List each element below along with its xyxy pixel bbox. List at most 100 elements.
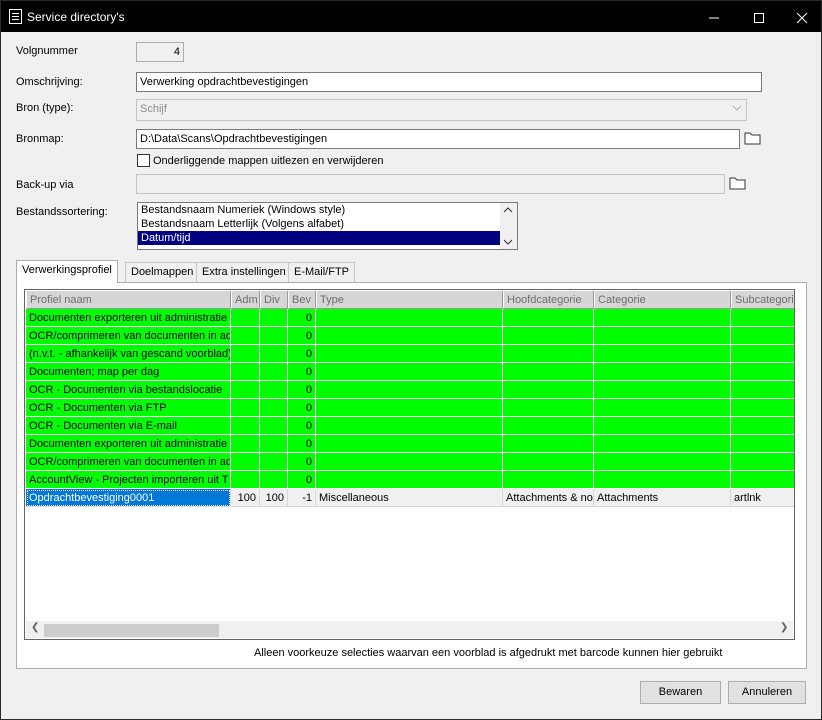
grid-cell[interactable]	[316, 417, 503, 435]
grid-cell[interactable]	[731, 435, 794, 453]
chevron-down-icon[interactable]	[503, 237, 513, 249]
grid-cell[interactable]	[316, 363, 503, 381]
column-header[interactable]: Adm	[231, 291, 260, 309]
grid-cell[interactable]	[231, 435, 260, 453]
maximize-icon[interactable]	[736, 1, 782, 32]
grid-cell[interactable]: Attachments	[594, 489, 731, 507]
grid-cell[interactable]: 0	[288, 345, 316, 363]
grid-cell[interactable]	[231, 363, 260, 381]
grid-cell[interactable]	[231, 381, 260, 399]
grid-cell[interactable]	[260, 453, 288, 471]
grid-cell[interactable]	[731, 327, 794, 345]
grid-cell[interactable]: Opdrachtbevestiging0001	[26, 489, 231, 507]
grid-cell[interactable]	[594, 381, 731, 399]
table-row[interactable]: OCR - Documenten via E-mail 0	[26, 417, 794, 435]
grid-cell[interactable]: 0	[288, 453, 316, 471]
cancel-button[interactable]: Annuleren	[728, 681, 806, 704]
grid-header-row[interactable]: Profiel naam Adm Div Bev Type Hoofdcategorie C…	[26, 291, 794, 309]
grid-cell[interactable]	[731, 399, 794, 417]
grid-cell[interactable]: OCR - Documenten via FTP	[26, 399, 231, 417]
grid-cell[interactable]	[731, 381, 794, 399]
column-header[interactable]: Bev	[288, 291, 316, 309]
chevron-up-icon[interactable]	[503, 205, 513, 217]
grid-cell[interactable]	[731, 363, 794, 381]
grid-cell[interactable]	[594, 345, 731, 363]
grid-cell[interactable]	[260, 435, 288, 453]
grid-cell[interactable]	[316, 471, 503, 489]
grid-cell[interactable]: 0	[288, 381, 316, 399]
grid-cell[interactable]	[503, 399, 594, 417]
grid-cell[interactable]	[731, 417, 794, 435]
onderliggende-mappen-checkbox[interactable]	[137, 154, 150, 167]
grid-cell[interactable]	[260, 363, 288, 381]
grid-cell[interactable]	[503, 363, 594, 381]
grid-cell[interactable]: AccountView - Projecten importeren uit T	[26, 471, 231, 489]
grid-cell[interactable]	[231, 453, 260, 471]
grid-horizontal-scrollbar[interactable]: ❮ ❯	[26, 621, 793, 638]
grid-cell[interactable]: Documenten exporteren uit administratie …	[26, 435, 231, 453]
grid-cell[interactable]: -1	[288, 489, 316, 507]
column-header[interactable]: Type	[316, 291, 503, 309]
grid-cell[interactable]	[231, 345, 260, 363]
minimize-icon[interactable]	[691, 1, 737, 32]
bronmap-field[interactable]: D:\Data\Scans\Opdrachtbevestigingen	[136, 129, 740, 149]
table-row[interactable]: OCR - Documenten via FTP 0	[26, 399, 794, 417]
sortering-option[interactable]: Bestandsnaam Numeriek (Windows style)	[138, 203, 500, 217]
grid-cell[interactable]: OCR - Documenten via E-mail	[26, 417, 231, 435]
table-row[interactable]: OCR - Documenten via bestandslocatie 0	[26, 381, 794, 399]
grid-cell[interactable]: artlnk	[731, 489, 794, 507]
grid-cell[interactable]	[594, 435, 731, 453]
grid-cell[interactable]: Documenten; map per dag	[26, 363, 231, 381]
grid-cell[interactable]: 100	[231, 489, 260, 507]
grid-cell[interactable]	[260, 471, 288, 489]
grid-cell[interactable]	[316, 327, 503, 345]
table-row[interactable]: OCR/comprimeren van documenten in admini…	[26, 453, 794, 471]
grid-cell[interactable]	[594, 327, 731, 345]
backup-folder-icon[interactable]	[729, 176, 747, 190]
grid-cell[interactable]	[594, 399, 731, 417]
table-row[interactable]: Documenten exporteren uit administratie …	[26, 309, 794, 327]
grid-cell[interactable]	[231, 309, 260, 327]
grid-cell[interactable]: 0	[288, 399, 316, 417]
grid-cell[interactable]	[316, 399, 503, 417]
sortering-option[interactable]: Bestandsnaam Letterlijk (Volgens alfabet…	[138, 217, 500, 231]
grid-cell[interactable]: 0	[288, 435, 316, 453]
tab-doelmappen[interactable]: Doelmappen	[125, 262, 200, 283]
column-header[interactable]: Div	[260, 291, 288, 309]
grid-cell[interactable]: 100	[260, 489, 288, 507]
grid-cell[interactable]	[260, 399, 288, 417]
listbox-scrollbar[interactable]	[500, 203, 517, 249]
grid-cell[interactable]	[503, 381, 594, 399]
grid-cell[interactable]	[594, 363, 731, 381]
column-header[interactable]: Profiel naam	[26, 291, 231, 309]
omschrijving-field[interactable]: Verwerking opdrachtbevestigingen	[136, 72, 762, 92]
grid-cell[interactable]	[231, 399, 260, 417]
sortering-option-selected[interactable]: Datum/tijd	[138, 231, 500, 245]
grid-cell[interactable]: (n.v.t. - afhankelijk van gescand voorbl…	[26, 345, 231, 363]
profiel-grid[interactable]: Profiel naam Adm Div Bev Type Hoofdcategorie C…	[24, 289, 795, 640]
title-bar[interactable]: Service directory's	[1, 1, 821, 32]
save-button[interactable]: Bewaren	[640, 681, 721, 704]
grid-cell[interactable]	[260, 309, 288, 327]
grid-cell[interactable]	[594, 471, 731, 489]
grid-cell[interactable]	[316, 309, 503, 327]
grid-cell[interactable]	[731, 309, 794, 327]
grid-cell[interactable]	[260, 345, 288, 363]
close-icon[interactable]	[779, 1, 822, 32]
grid-cell[interactable]	[260, 327, 288, 345]
grid-cell[interactable]	[503, 345, 594, 363]
column-header[interactable]: Categorie	[594, 291, 731, 309]
grid-cell[interactable]: 0	[288, 417, 316, 435]
tab-extra-instellingen[interactable]: Extra instellingen	[196, 262, 292, 283]
bron-select[interactable]: Schijf	[136, 99, 747, 121]
grid-cell[interactable]: 0	[288, 363, 316, 381]
grid-cell[interactable]	[594, 417, 731, 435]
table-row[interactable]: Documenten exporteren uit administratie …	[26, 435, 794, 453]
scroll-left-icon[interactable]: ❮	[31, 622, 39, 633]
grid-cell[interactable]	[594, 453, 731, 471]
backup-field[interactable]	[136, 174, 725, 194]
grid-cell[interactable]	[594, 309, 731, 327]
grid-cell[interactable]: 0	[288, 327, 316, 345]
volgnummer-field[interactable]: 4	[136, 42, 184, 62]
grid-cell[interactable]: Attachments & notes	[503, 489, 594, 507]
